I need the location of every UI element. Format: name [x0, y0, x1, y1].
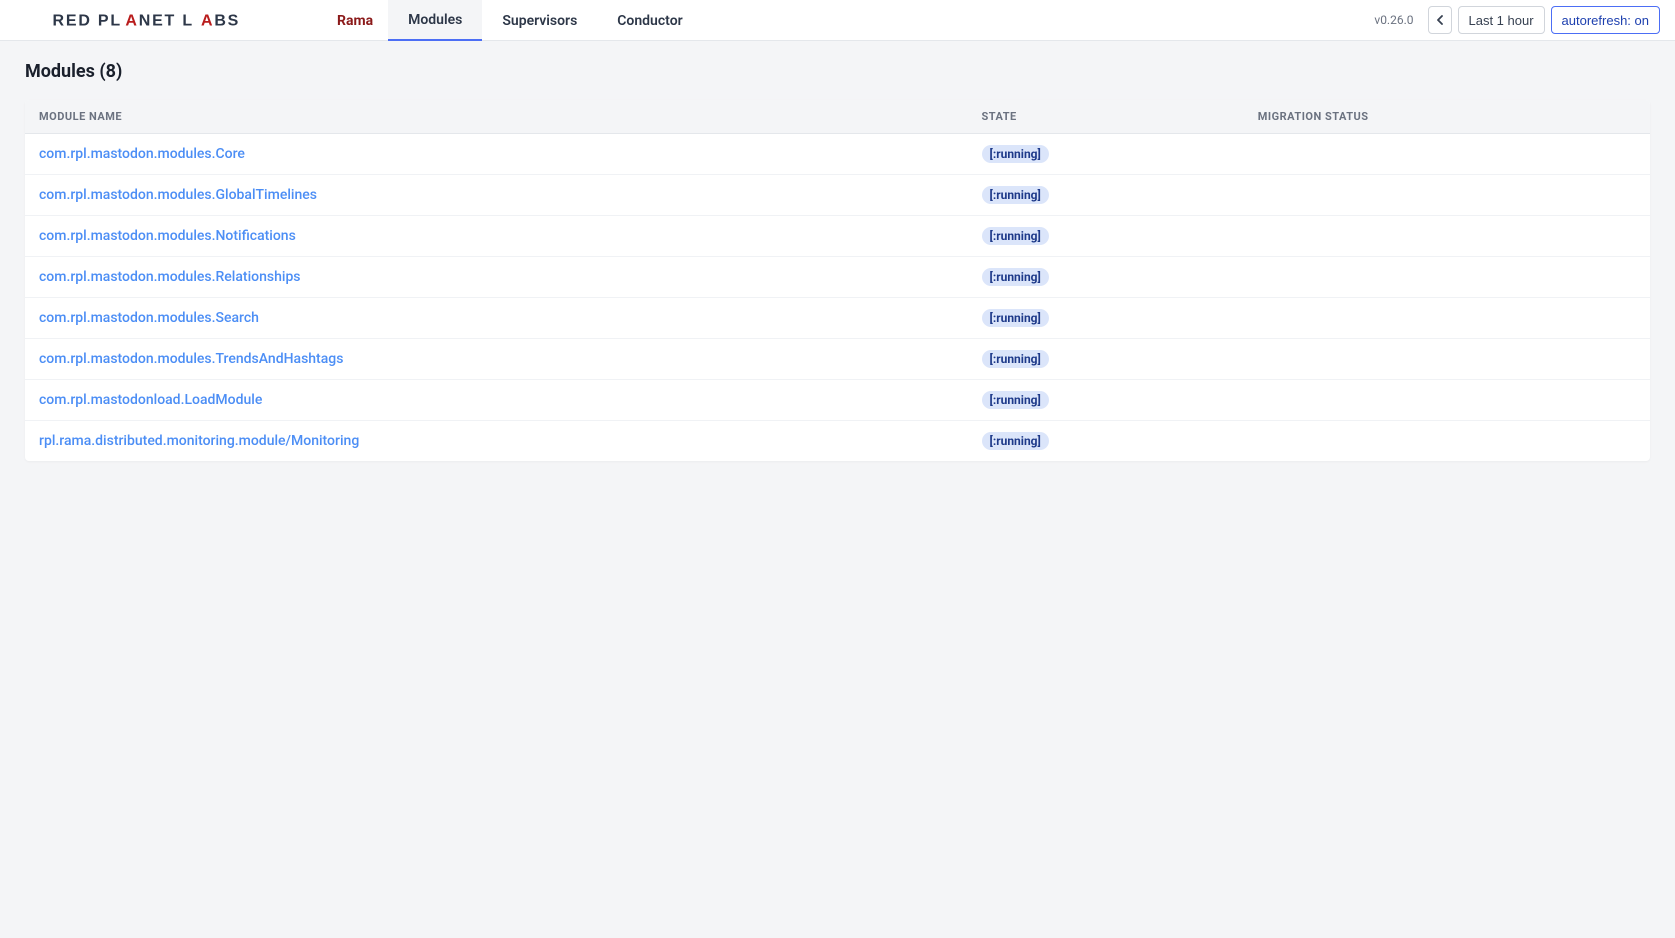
column-header-name[interactable]: MODULE NAME: [25, 100, 968, 134]
state-badge: [:running]: [982, 186, 1049, 204]
svg-text:BS: BS: [214, 12, 240, 28]
module-name-cell: com.rpl.mastodonload.LoadModule: [25, 380, 968, 421]
svg-text:NET L: NET L: [139, 12, 194, 28]
module-state-cell: [:running]: [968, 216, 1244, 257]
table-row: com.rpl.mastodon.modules.Core [:running]: [25, 134, 1650, 175]
module-name-cell: com.rpl.mastodon.modules.GlobalTimelines: [25, 175, 968, 216]
nav-brand[interactable]: Rama: [327, 0, 388, 41]
module-migration-cell: [1244, 421, 1650, 462]
table-row: com.rpl.mastodon.modules.GlobalTimelines…: [25, 175, 1650, 216]
table-row: com.rpl.mastodon.modules.Notifications [:…: [25, 216, 1650, 257]
module-state-cell: [:running]: [968, 175, 1244, 216]
svg-text:RED PL: RED PL: [53, 12, 122, 28]
module-link[interactable]: com.rpl.mastodon.modules.TrendsAndHashta…: [39, 351, 343, 367]
table-row: rpl.rama.distributed.monitoring.module/M…: [25, 421, 1650, 462]
table-row: com.rpl.mastodon.modules.TrendsAndHashta…: [25, 339, 1650, 380]
prev-button[interactable]: [1428, 6, 1452, 34]
svg-text:A: A: [201, 12, 214, 28]
main-nav: Rama Modules Supervisors Conductor: [327, 0, 703, 40]
header-right: v0.26.0 Last 1 hour autorefresh: on: [1374, 6, 1660, 34]
module-migration-cell: [1244, 339, 1650, 380]
table-row: com.rpl.mastodon.modules.Search [:running…: [25, 298, 1650, 339]
chevron-left-icon: [1437, 15, 1443, 25]
state-badge: [:running]: [982, 432, 1049, 450]
state-badge: [:running]: [982, 145, 1049, 163]
module-name-cell: com.rpl.mastodon.modules.Core: [25, 134, 968, 175]
svg-text:A: A: [125, 12, 138, 28]
module-state-cell: [:running]: [968, 134, 1244, 175]
nav-supervisors[interactable]: Supervisors: [482, 0, 597, 41]
page-title: Modules (8): [25, 61, 1650, 82]
module-migration-cell: [1244, 257, 1650, 298]
nav-modules[interactable]: Modules: [388, 0, 482, 41]
state-badge: [:running]: [982, 350, 1049, 368]
column-header-state[interactable]: STATE: [968, 100, 1244, 134]
state-badge: [:running]: [982, 268, 1049, 286]
logo-svg: RED PL A NET L A BS: [37, 12, 317, 28]
module-state-cell: [:running]: [968, 257, 1244, 298]
module-state-cell: [:running]: [968, 298, 1244, 339]
module-name-cell: com.rpl.mastodon.modules.Search: [25, 298, 968, 339]
module-link[interactable]: com.rpl.mastodon.modules.Notifications: [39, 228, 296, 244]
version-label: v0.26.0: [1374, 13, 1413, 27]
module-migration-cell: [1244, 175, 1650, 216]
column-header-migration[interactable]: MIGRATION STATUS: [1244, 100, 1650, 134]
module-link[interactable]: com.rpl.mastodon.modules.Search: [39, 310, 259, 326]
state-badge: [:running]: [982, 227, 1049, 245]
module-link[interactable]: com.rpl.mastodon.modules.Core: [39, 146, 245, 162]
state-badge: [:running]: [982, 309, 1049, 327]
logo: RED PL A NET L A BS: [37, 12, 317, 28]
state-badge: [:running]: [982, 391, 1049, 409]
module-name-cell: com.rpl.mastodon.modules.Notifications: [25, 216, 968, 257]
module-state-cell: [:running]: [968, 339, 1244, 380]
module-link[interactable]: com.rpl.mastodon.modules.GlobalTimelines: [39, 187, 317, 203]
nav-conductor[interactable]: Conductor: [597, 0, 702, 41]
module-migration-cell: [1244, 380, 1650, 421]
module-name-cell: com.rpl.mastodon.modules.Relationships: [25, 257, 968, 298]
module-link[interactable]: com.rpl.mastodonload.LoadModule: [39, 392, 262, 408]
table-row: com.rpl.mastodon.modules.Relationships [:…: [25, 257, 1650, 298]
module-migration-cell: [1244, 298, 1650, 339]
module-migration-cell: [1244, 134, 1650, 175]
module-link[interactable]: rpl.rama.distributed.monitoring.module/M…: [39, 433, 359, 449]
module-name-cell: com.rpl.mastodon.modules.TrendsAndHashta…: [25, 339, 968, 380]
time-range-button[interactable]: Last 1 hour: [1458, 6, 1545, 34]
module-migration-cell: [1244, 216, 1650, 257]
main-content: Modules (8) MODULE NAME STATE MIGRATION …: [0, 41, 1675, 481]
modules-table: MODULE NAME STATE MIGRATION STATUS com.r…: [25, 100, 1650, 461]
autorefresh-button[interactable]: autorefresh: on: [1551, 6, 1660, 34]
module-state-cell: [:running]: [968, 421, 1244, 462]
module-link[interactable]: com.rpl.mastodon.modules.Relationships: [39, 269, 301, 285]
modules-table-container: MODULE NAME STATE MIGRATION STATUS com.r…: [25, 100, 1650, 461]
module-state-cell: [:running]: [968, 380, 1244, 421]
table-row: com.rpl.mastodonload.LoadModule [:running…: [25, 380, 1650, 421]
header-bar: RED PL A NET L A BS Rama Modules Supervi…: [0, 0, 1675, 41]
table-header-row: MODULE NAME STATE MIGRATION STATUS: [25, 100, 1650, 134]
module-name-cell: rpl.rama.distributed.monitoring.module/M…: [25, 421, 968, 462]
